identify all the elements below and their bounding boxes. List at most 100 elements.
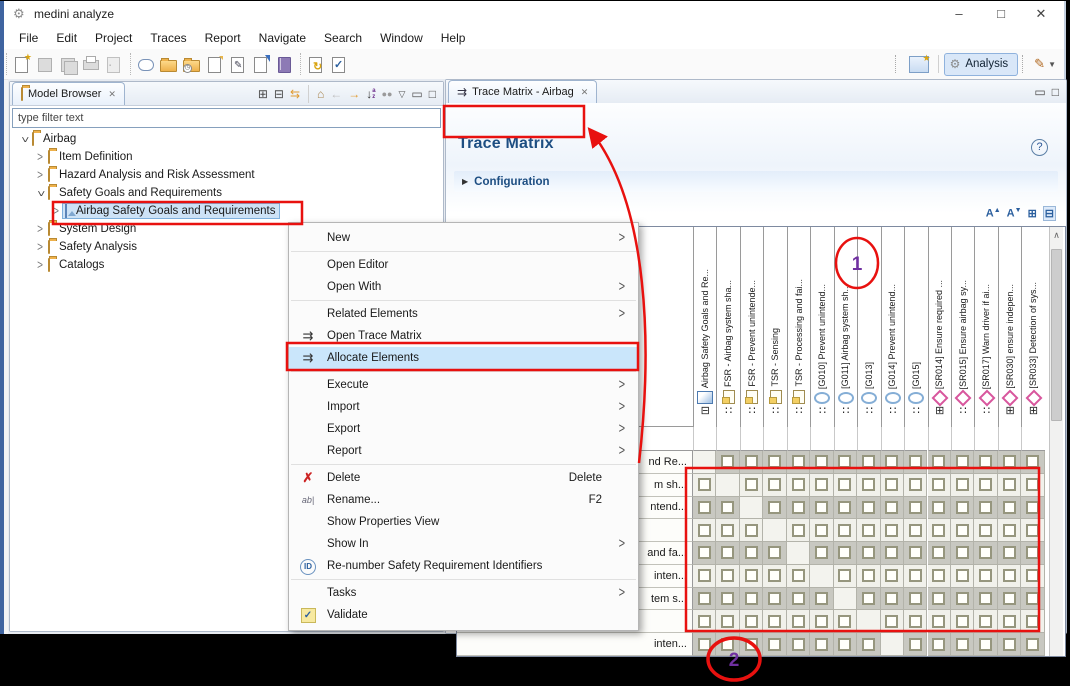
notes-icon[interactable] — [204, 54, 225, 75]
trace-checkbox-unchecked[interactable] — [885, 478, 898, 491]
matrix-cell[interactable] — [1021, 451, 1044, 474]
matrix-cell[interactable] — [928, 497, 951, 520]
matrix-cell[interactable] — [951, 588, 974, 611]
trace-checkbox-unchecked[interactable] — [792, 455, 805, 468]
trace-checkbox-unchecked[interactable] — [815, 546, 828, 559]
trace-checkbox-unchecked[interactable] — [909, 592, 922, 605]
matrix-cell[interactable] — [1021, 497, 1044, 520]
matrix-cell[interactable] — [904, 542, 927, 565]
trace-checkbox-unchecked[interactable] — [745, 546, 758, 559]
context-menu-item-validate[interactable]: ✓Validate — [289, 604, 638, 626]
matrix-cell[interactable] — [763, 474, 786, 497]
sort-alpha-icon[interactable]: ↓az — [366, 85, 375, 103]
trace-checkbox-unchecked[interactable] — [698, 569, 711, 582]
trace-checkbox-unchecked[interactable] — [721, 546, 734, 559]
matrix-cell[interactable] — [834, 633, 857, 656]
trace-checkbox-unchecked[interactable] — [815, 592, 828, 605]
matrix-cell[interactable] — [810, 610, 833, 633]
matrix-column-header[interactable]: Airbag Safety Goals and Re...⊟ — [693, 227, 716, 427]
matrix-column-header[interactable]: [G014] Prevent unintend...∷ — [881, 227, 904, 427]
bookmark-icon[interactable] — [250, 54, 271, 75]
trace-checkbox-unchecked[interactable] — [1026, 615, 1039, 628]
trace-checkbox-unchecked[interactable] — [956, 569, 969, 582]
trace-checkbox-unchecked[interactable] — [956, 478, 969, 491]
expand-arrow-icon[interactable]: > — [50, 204, 62, 218]
analysis-perspective-button[interactable]: ⚙ Analysis — [944, 53, 1019, 76]
menubar-project[interactable]: Project — [86, 27, 141, 49]
matrix-cell[interactable] — [810, 588, 833, 611]
matrix-cell[interactable] — [763, 497, 786, 520]
matrix-cell[interactable] — [810, 519, 833, 542]
trace-checkbox-unchecked[interactable] — [768, 615, 781, 628]
chevron-down-icon[interactable]: ▼ — [1048, 60, 1056, 69]
scroll-up-icon[interactable]: ∧ — [1050, 227, 1063, 243]
matrix-cell[interactable] — [857, 633, 880, 656]
trace-checkbox-unchecked[interactable] — [979, 478, 992, 491]
trace-checkbox-unchecked[interactable] — [1003, 455, 1016, 468]
matrix-cell[interactable] — [787, 610, 810, 633]
trace-checkbox-unchecked[interactable] — [956, 615, 969, 628]
trace-checkbox-unchecked[interactable] — [838, 615, 851, 628]
trace-checkbox-unchecked[interactable] — [885, 455, 898, 468]
trace-checkbox-unchecked[interactable] — [698, 546, 711, 559]
trace-checkbox-unchecked[interactable] — [979, 638, 992, 651]
matrix-cell[interactable] — [740, 610, 763, 633]
trace-checkbox-unchecked[interactable] — [1026, 455, 1039, 468]
matrix-cell[interactable] — [904, 633, 927, 656]
matrix-cell[interactable] — [810, 542, 833, 565]
matrix-cell[interactable] — [881, 497, 904, 520]
matrix-cell[interactable] — [1021, 474, 1044, 497]
trace-checkbox-unchecked[interactable] — [745, 455, 758, 468]
matrix-cell[interactable] — [1021, 542, 1044, 565]
trace-checkbox-unchecked[interactable] — [1003, 501, 1016, 514]
matrix-cell[interactable] — [693, 497, 716, 520]
matrix-cell[interactable] — [998, 497, 1021, 520]
tree-filter-input[interactable] — [12, 108, 441, 128]
view-menu-icon[interactable]: ▽ — [398, 85, 405, 103]
matrix-cell[interactable] — [904, 588, 927, 611]
trace-checkbox-unchecked[interactable] — [909, 546, 922, 559]
expand-arrow-icon[interactable]: > — [34, 222, 46, 236]
trace-checkbox-unchecked[interactable] — [1026, 592, 1039, 605]
matrix-cell[interactable] — [998, 565, 1021, 588]
matrix-cell[interactable] — [716, 588, 739, 611]
trace-checkbox-unchecked[interactable] — [1026, 478, 1039, 491]
sidebar-item-safety-goals-and-requirements[interactable]: >Safety Goals and Requirements — [10, 184, 443, 202]
trace-checkbox-unchecked[interactable] — [1026, 638, 1039, 651]
matrix-cell[interactable] — [834, 451, 857, 474]
matrix-cell[interactable] — [787, 474, 810, 497]
trace-checkbox-unchecked[interactable] — [956, 546, 969, 559]
trace-checkbox-unchecked[interactable] — [862, 524, 875, 537]
matrix-cell[interactable] — [881, 519, 904, 542]
matrix-cell[interactable] — [810, 451, 833, 474]
trace-checkbox-unchecked[interactable] — [909, 638, 922, 651]
matrix-cell[interactable] — [928, 633, 951, 656]
open-perspective-icon[interactable]: ★ — [909, 56, 929, 73]
tab-model-browser[interactable]: Model Browser ✕ — [12, 82, 125, 105]
trace-checkbox-unchecked[interactable] — [1003, 478, 1016, 491]
trace-checkbox-unchecked[interactable] — [792, 569, 805, 582]
comment-icon[interactable] — [135, 54, 156, 75]
trace-checkbox-unchecked[interactable] — [698, 478, 711, 491]
forward-icon[interactable]: → — [348, 85, 360, 103]
context-menu-item-show-in[interactable]: Show In> — [289, 533, 638, 555]
trace-checkbox-unchecked[interactable] — [815, 615, 828, 628]
matrix-cell[interactable] — [810, 497, 833, 520]
context-menu-item-open-editor[interactable]: Open Editor — [289, 254, 638, 276]
matrix-cell[interactable] — [904, 519, 927, 542]
trace-checkbox-unchecked[interactable] — [698, 638, 711, 651]
trace-checkbox-unchecked[interactable] — [885, 592, 898, 605]
trace-checkbox-unchecked[interactable] — [1003, 569, 1016, 582]
vertical-scrollbar[interactable]: ∧ — [1049, 227, 1063, 656]
trace-checkbox-unchecked[interactable] — [838, 455, 851, 468]
matrix-cell[interactable] — [998, 542, 1021, 565]
matrix-cell[interactable] — [787, 519, 810, 542]
expand-arrow-icon[interactable]: > — [34, 150, 46, 164]
help-icon[interactable]: ? — [1031, 139, 1048, 156]
matrix-column-header[interactable]: [G015]∷ — [904, 227, 927, 427]
matrix-cell[interactable] — [716, 610, 739, 633]
close-tab-icon[interactable]: ✕ — [108, 89, 116, 100]
matrix-cell[interactable] — [857, 542, 880, 565]
context-menu-item-re-number-safety-requirement-identifiers[interactable]: IDRe-number Safety Requirement Identifie… — [289, 555, 638, 577]
link-with-editor-icon[interactable]: ⇆ — [290, 85, 300, 103]
